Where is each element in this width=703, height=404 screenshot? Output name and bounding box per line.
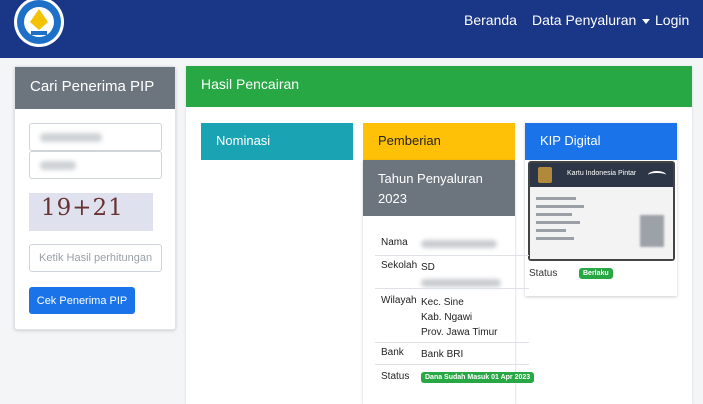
swoosh-icon	[648, 171, 666, 179]
kip-card-image: Kartu Indonesia Pintar	[528, 161, 675, 261]
row-divider	[375, 342, 529, 343]
search-card-title: Cari Penerima PIP	[15, 67, 175, 109]
nama-label: Nama	[381, 237, 408, 248]
sekolah-value: SD	[421, 260, 501, 287]
status-label: Status	[381, 371, 410, 382]
row-divider	[375, 288, 529, 289]
sekolah-label: Sekolah	[381, 260, 418, 271]
redacted-value	[40, 133, 102, 142]
nav-data-penyaluran-dropdown[interactable]: Data Penyaluran	[532, 12, 651, 28]
bank-label: Bank	[381, 347, 404, 358]
top-navbar: Beranda Data Penyaluran Login	[0, 0, 703, 58]
student-photo	[640, 215, 664, 247]
nik-field[interactable]	[29, 151, 162, 179]
nominasi-header: Nominasi	[201, 123, 353, 160]
tahun-penyaluran-title: Tahun Penyaluran 2023	[363, 160, 515, 216]
kip-card-title: Kartu Indonesia Pintar	[567, 170, 637, 177]
nisn-field[interactable]	[29, 123, 162, 151]
kip-digital-card: KIP Digital Kartu Indonesia Pintar Statu…	[525, 123, 677, 296]
nav-login[interactable]: Login	[655, 12, 689, 28]
wilayah-value: Kec. Sine Kab. Ngawi Prov. Jawa Timur	[421, 297, 498, 338]
nama-value	[421, 237, 497, 248]
status-badge: Dana Sudah Masuk 01 Apr 2023	[421, 372, 535, 383]
caret-down-icon	[642, 18, 651, 24]
kip-status-label: Status	[529, 268, 558, 279]
tahun-penyaluran-card: Tahun Penyaluran 2023 Nama Sekolah SD Wi…	[363, 160, 535, 404]
search-card: Cari Penerima PIP 19+21 Cek Penerima PIP	[14, 66, 176, 330]
hasil-pencairan-title: Hasil Pencairan	[186, 66, 692, 107]
row-divider	[375, 364, 529, 365]
pemberian-header: Pemberian	[363, 123, 515, 160]
cek-penerima-button[interactable]: Cek Penerima PIP	[29, 287, 135, 314]
row-divider	[375, 255, 529, 256]
captcha-image: 19+21	[29, 193, 153, 231]
bank-value: Bank BRI	[421, 349, 464, 360]
wilayah-label: Wilayah	[381, 295, 417, 306]
garuda-emblem-icon	[538, 167, 552, 183]
kip-status-badge: Berlaku	[579, 268, 613, 279]
tut-wuri-handayani-logo[interactable]	[8, 0, 70, 52]
captcha-text: 19+21	[41, 195, 124, 221]
kip-digital-title: KIP Digital	[525, 123, 677, 160]
nav-beranda[interactable]: Beranda	[464, 12, 517, 28]
redacted-value	[40, 161, 76, 170]
captcha-answer-input[interactable]	[29, 244, 162, 272]
